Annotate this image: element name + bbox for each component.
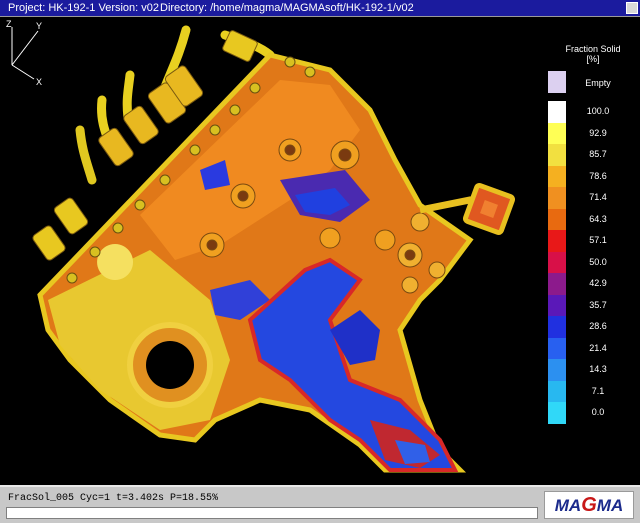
legend-label: 42.9 — [589, 278, 607, 288]
legend-swatch — [548, 316, 566, 338]
legend-swatch — [548, 187, 566, 209]
message-field[interactable] — [6, 507, 538, 519]
status-bar: FracSol_005 Cyc=1 t=3.402s P=18.55% MAGM… — [0, 485, 640, 523]
window-close-button[interactable] — [626, 2, 638, 14]
legend-label: 57.1 — [589, 235, 607, 245]
legend-label: 71.4 — [589, 192, 607, 202]
legend-swatch — [548, 359, 566, 381]
status-text: FracSol_005 Cyc=1 t=3.402s P=18.55% — [8, 493, 219, 504]
simulation-viewport[interactable]: Fraction Solid [%] Empty 100.0 92.9 85.7 78.… — [0, 17, 640, 485]
legend-label: 100.0 — [586, 106, 610, 116]
legend-label: 64.3 — [589, 213, 607, 224]
legend-label: 85.7 — [589, 149, 607, 159]
legend-label: 7.1 — [591, 385, 605, 396]
legend-label-empty: Empty — [585, 78, 611, 88]
legend-swatch — [548, 230, 566, 252]
legend-label: 21.4 — [589, 342, 607, 353]
legend-swatch — [548, 294, 566, 316]
legend-label: 92.9 — [589, 127, 607, 138]
legend-swatch — [548, 101, 566, 123]
legend-swatch — [548, 402, 566, 424]
legend-swatch — [548, 208, 566, 230]
legend-swatch — [548, 273, 566, 295]
legend-swatch — [548, 337, 566, 359]
axis-z-label: Z — [6, 19, 12, 29]
legend-swatch — [548, 122, 566, 144]
directory-label: Directory: /home/magma/MAGMAsoft/HK-192-… — [160, 2, 414, 14]
magma-logo: MAGMA — [544, 491, 634, 519]
legend-label: 50.0 — [589, 256, 607, 267]
legend-unit: [%] — [586, 54, 600, 64]
legend-label: 78.6 — [589, 170, 607, 181]
axis-triad: Z Y X — [6, 19, 42, 87]
legend-swatch-empty — [548, 71, 566, 93]
legend-swatch — [548, 251, 566, 273]
legend-swatch — [548, 380, 566, 402]
legend-swatch — [548, 144, 566, 166]
legend-swatch — [548, 165, 566, 187]
legend-label: 28.6 — [589, 321, 607, 331]
legend-label: 35.7 — [589, 299, 607, 310]
axis-x-label: X — [36, 77, 42, 87]
legend-label: 14.3 — [589, 364, 607, 374]
legend-title: Fraction Solid — [565, 44, 621, 54]
legend-label: 0.0 — [591, 407, 605, 417]
title-bar: Project: HK-192-1 Version: v02 Directory… — [0, 0, 640, 17]
axis-y-label: Y — [36, 21, 42, 31]
project-label: Project: HK-192-1 Version: v02 — [8, 2, 160, 14]
legend: Fraction Solid [%] Empty 100.0 92.9 85.7 78.… — [540, 41, 630, 424]
